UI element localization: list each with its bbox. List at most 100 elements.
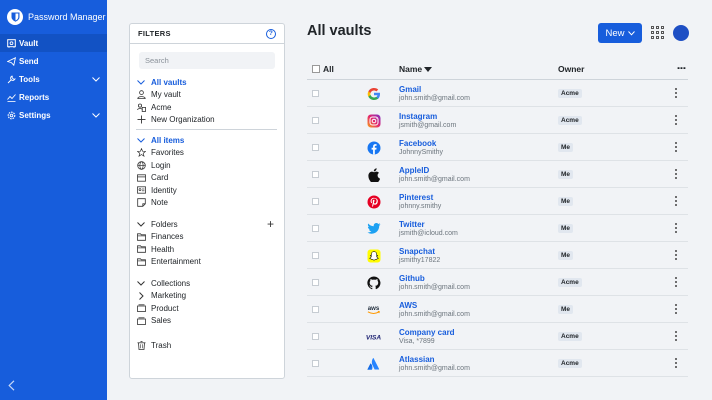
filter-all-vaults[interactable]: All vaults [136,76,278,89]
filter-all-items[interactable]: All items [136,134,278,147]
filter-collection-marketing[interactable]: Marketing [136,290,278,303]
filter-favorites[interactable]: Favorites [136,147,278,160]
nav-label: Tools [19,74,40,84]
new-button[interactable]: New [598,23,642,43]
filter-trash[interactable]: Trash [136,339,278,352]
nav-item-reports[interactable]: Reports [0,88,107,106]
row-options-button[interactable] [673,357,679,369]
row-checkbox[interactable] [312,225,319,232]
filter-label: Marketing [151,291,187,301]
row-options-button[interactable] [673,87,679,99]
row-options-button[interactable] [673,249,679,261]
item-name-link[interactable]: Facebook [399,139,436,148]
filter-collection-product[interactable]: Product [136,302,278,315]
filter-identity[interactable]: Identity [136,184,278,197]
row-options-button[interactable] [673,141,679,153]
item-name-link[interactable]: AWS [399,301,417,310]
owner-badge: Acme [558,116,582,125]
row-checkbox[interactable] [312,117,319,124]
nav-item-send[interactable]: Send [0,52,107,70]
table-options-button[interactable]: ⋮ [675,63,686,71]
row-checkbox[interactable] [312,144,319,151]
collapse-sidebar-button[interactable] [8,380,15,393]
row-checkbox[interactable] [312,198,319,205]
nav-item-vault[interactable]: Vault [0,34,107,52]
chevron-down-icon [92,111,100,120]
table-row[interactable]: AppleID john.smith@gmail.com Me [307,161,688,188]
item-name-link[interactable]: Pinterest [399,193,433,202]
table-row[interactable]: Twitter jsmith@icloud.com Me [307,215,688,242]
chevron-right-icon [136,291,146,300]
trash-group: Trash [130,339,284,352]
row-options-button[interactable] [673,114,679,126]
table-row[interactable]: Gmail john.smith@gmail.com Acme [307,80,688,107]
table-row[interactable]: Pinterest johnny.smithy Me [307,188,688,215]
table-row[interactable]: Snapchat jsmithy17822 Me [307,242,688,269]
filter-folder-health[interactable]: Health [136,243,278,256]
google-icon [366,86,381,101]
table-row[interactable]: aws AWS john.smith@gmail.com Me [307,296,688,323]
avatar[interactable] [673,25,689,41]
row-checkbox[interactable] [312,306,319,313]
filter-my-vault[interactable]: My vault [136,89,278,102]
filter-label: Entertainment [151,257,201,267]
add-folder-button[interactable]: + [267,217,274,231]
table-row[interactable]: Facebook JohnnySmithy Me [307,134,688,161]
row-options-button[interactable] [673,168,679,180]
row-options-button[interactable] [673,195,679,207]
row-options-button[interactable] [673,330,679,342]
item-name-link[interactable]: Atlassian [399,355,435,364]
row-checkbox[interactable] [312,90,319,97]
nav-item-settings[interactable]: Settings [0,106,107,124]
table-row[interactable]: Github john.smith@gmail.com Acme [307,269,688,296]
filter-folders-header[interactable]: Folders + [136,217,278,231]
item-username: Visa, *7899 [399,338,435,345]
row-checkbox[interactable] [312,333,319,340]
row-checkbox[interactable] [312,360,319,367]
item-name-link[interactable]: Snapchat [399,247,435,256]
select-all-checkbox[interactable] [312,65,320,73]
item-username: johnny.smithy [399,203,442,210]
product-switcher-icon[interactable] [651,26,664,39]
row-checkbox[interactable] [312,279,319,286]
item-name-link[interactable]: AppleID [399,166,429,175]
row-options-button[interactable] [673,303,679,315]
row-checkbox[interactable] [312,171,319,178]
table-row[interactable]: Instagram jsmith@gmail.com Acme [307,107,688,134]
item-username: john.smith@gmail.com [399,311,470,318]
filter-new-organization[interactable]: New Organization [136,114,278,127]
item-name-link[interactable]: Company card [399,328,455,337]
help-icon[interactable]: ? [266,28,276,39]
item-name-link[interactable]: Instagram [399,112,437,121]
snapchat-icon [366,248,381,263]
filter-card[interactable]: Card [136,172,278,185]
filter-collection-sales[interactable]: Sales [136,315,278,328]
app-logo[interactable]: Password Manager [0,0,107,34]
row-checkbox[interactable] [312,252,319,259]
owner-badge: Acme [558,332,582,341]
column-name-sort[interactable]: Name [399,64,433,74]
table-row[interactable]: Atlassian john.smith@gmail.com Acme [307,350,688,377]
owner-badge: Me [558,143,574,152]
filter-folder-entertainment[interactable]: Entertainment [136,256,278,269]
filter-label: All vaults [151,77,187,87]
row-options-button[interactable] [673,222,679,234]
filter-folder-finances[interactable]: Finances [136,231,278,244]
column-all: All [323,64,334,74]
folders-group: Folders + Finances Health Entertainment [130,217,284,269]
table-row[interactable]: VISA Company card Visa, *7899 Acme [307,323,688,350]
search-input[interactable] [139,52,275,69]
nav-label: Reports [19,92,50,102]
filter-collections-header[interactable]: Collections [136,277,278,290]
app-title: Password Manager [28,12,106,22]
item-username: JohnnySmithy [399,149,443,156]
filter-acme[interactable]: Acme [136,101,278,114]
filter-login[interactable]: Login [136,159,278,172]
item-name-link[interactable]: Twitter [399,220,425,229]
filter-note[interactable]: Note [136,197,278,210]
chevron-down-icon [136,280,146,286]
item-name-link[interactable]: Gmail [399,85,421,94]
nav-item-tools[interactable]: Tools [0,70,107,88]
row-options-button[interactable] [673,276,679,288]
item-name-link[interactable]: Github [399,274,425,283]
